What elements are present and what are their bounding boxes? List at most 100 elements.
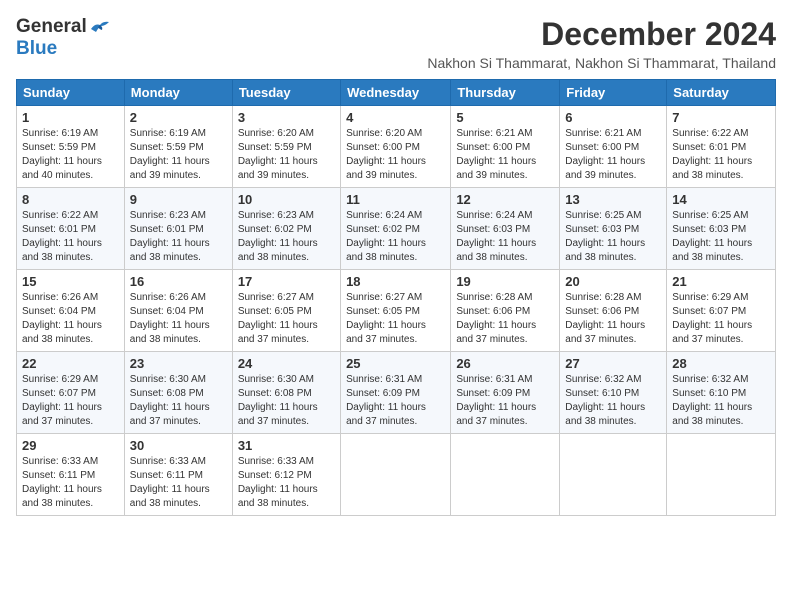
bird-icon	[89, 19, 111, 35]
logo-blue: Blue	[16, 38, 57, 60]
day-info: Sunrise: 6:20 AM Sunset: 6:00 PM Dayligh…	[346, 127, 445, 183]
calendar-cell: 10 Sunrise: 6:23 AM Sunset: 6:02 PM Dayl…	[232, 188, 340, 270]
daylight-label: Daylight: 11 hours and 38 minutes.	[22, 320, 102, 345]
day-info: Sunrise: 6:25 AM Sunset: 6:03 PM Dayligh…	[565, 209, 661, 265]
calendar-week-row: 8 Sunrise: 6:22 AM Sunset: 6:01 PM Dayli…	[17, 188, 776, 270]
daylight-label: Daylight: 11 hours and 37 minutes.	[346, 402, 426, 427]
daylight-label: Daylight: 11 hours and 38 minutes.	[130, 320, 210, 345]
daylight-label: Daylight: 11 hours and 38 minutes.	[22, 238, 102, 263]
calendar-cell	[451, 434, 560, 516]
calendar-cell	[560, 434, 667, 516]
calendar-cell: 19 Sunrise: 6:28 AM Sunset: 6:06 PM Dayl…	[451, 270, 560, 352]
calendar-cell: 12 Sunrise: 6:24 AM Sunset: 6:03 PM Dayl…	[451, 188, 560, 270]
day-info: Sunrise: 6:22 AM Sunset: 6:01 PM Dayligh…	[22, 209, 119, 265]
day-number: 13	[565, 192, 661, 207]
day-number: 26	[456, 356, 554, 371]
calendar-cell: 30 Sunrise: 6:33 AM Sunset: 6:11 PM Dayl…	[124, 434, 232, 516]
day-number: 17	[238, 274, 335, 289]
daylight-label: Daylight: 11 hours and 37 minutes.	[456, 320, 536, 345]
day-info: Sunrise: 6:25 AM Sunset: 6:03 PM Dayligh…	[672, 209, 770, 265]
sunset-label: Sunset: 6:03 PM	[565, 224, 639, 235]
sunrise-label: Sunrise: 6:27 AM	[346, 292, 422, 303]
daylight-label: Daylight: 11 hours and 37 minutes.	[672, 320, 752, 345]
sunset-label: Sunset: 6:07 PM	[672, 306, 746, 317]
sunrise-label: Sunrise: 6:20 AM	[238, 128, 314, 139]
day-info: Sunrise: 6:21 AM Sunset: 6:00 PM Dayligh…	[456, 127, 554, 183]
daylight-label: Daylight: 11 hours and 38 minutes.	[456, 238, 536, 263]
day-info: Sunrise: 6:28 AM Sunset: 6:06 PM Dayligh…	[565, 291, 661, 347]
day-number: 14	[672, 192, 770, 207]
calendar-cell: 18 Sunrise: 6:27 AM Sunset: 6:05 PM Dayl…	[341, 270, 451, 352]
day-number: 3	[238, 110, 335, 125]
calendar-cell: 4 Sunrise: 6:20 AM Sunset: 6:00 PM Dayli…	[341, 106, 451, 188]
sunrise-label: Sunrise: 6:26 AM	[130, 292, 206, 303]
calendar-header-thursday: Thursday	[451, 80, 560, 106]
day-number: 5	[456, 110, 554, 125]
calendar-cell: 25 Sunrise: 6:31 AM Sunset: 6:09 PM Dayl…	[341, 352, 451, 434]
logo-general: General	[16, 16, 87, 38]
sunset-label: Sunset: 5:59 PM	[22, 142, 96, 153]
sunset-label: Sunset: 6:07 PM	[22, 388, 96, 399]
day-info: Sunrise: 6:31 AM Sunset: 6:09 PM Dayligh…	[456, 373, 554, 429]
sunrise-label: Sunrise: 6:33 AM	[238, 456, 314, 467]
daylight-label: Daylight: 11 hours and 38 minutes.	[130, 238, 210, 263]
calendar-header-row: SundayMondayTuesdayWednesdayThursdayFrid…	[17, 80, 776, 106]
sunrise-label: Sunrise: 6:27 AM	[238, 292, 314, 303]
daylight-label: Daylight: 11 hours and 38 minutes.	[672, 156, 752, 181]
day-info: Sunrise: 6:30 AM Sunset: 6:08 PM Dayligh…	[130, 373, 227, 429]
daylight-label: Daylight: 11 hours and 37 minutes.	[238, 320, 318, 345]
day-number: 25	[346, 356, 445, 371]
daylight-label: Daylight: 11 hours and 37 minutes.	[565, 320, 645, 345]
title-block: December 2024 Nakhon Si Thammarat, Nakho…	[427, 16, 776, 71]
calendar-cell: 5 Sunrise: 6:21 AM Sunset: 6:00 PM Dayli…	[451, 106, 560, 188]
sunrise-label: Sunrise: 6:32 AM	[565, 374, 641, 385]
sunset-label: Sunset: 6:09 PM	[346, 388, 420, 399]
sunset-label: Sunset: 6:10 PM	[565, 388, 639, 399]
calendar-cell: 1 Sunrise: 6:19 AM Sunset: 5:59 PM Dayli…	[17, 106, 125, 188]
day-number: 4	[346, 110, 445, 125]
sunset-label: Sunset: 6:06 PM	[456, 306, 530, 317]
sunrise-label: Sunrise: 6:23 AM	[238, 210, 314, 221]
sunset-label: Sunset: 5:59 PM	[130, 142, 204, 153]
day-info: Sunrise: 6:20 AM Sunset: 5:59 PM Dayligh…	[238, 127, 335, 183]
calendar-cell: 31 Sunrise: 6:33 AM Sunset: 6:12 PM Dayl…	[232, 434, 340, 516]
calendar-header-wednesday: Wednesday	[341, 80, 451, 106]
sunrise-label: Sunrise: 6:19 AM	[130, 128, 206, 139]
sunrise-label: Sunrise: 6:30 AM	[130, 374, 206, 385]
calendar-cell: 11 Sunrise: 6:24 AM Sunset: 6:02 PM Dayl…	[341, 188, 451, 270]
calendar-week-row: 22 Sunrise: 6:29 AM Sunset: 6:07 PM Dayl…	[17, 352, 776, 434]
calendar-cell: 16 Sunrise: 6:26 AM Sunset: 6:04 PM Dayl…	[124, 270, 232, 352]
day-number: 30	[130, 438, 227, 453]
sunrise-label: Sunrise: 6:21 AM	[456, 128, 532, 139]
daylight-label: Daylight: 11 hours and 37 minutes.	[130, 402, 210, 427]
day-number: 20	[565, 274, 661, 289]
sunrise-label: Sunrise: 6:28 AM	[456, 292, 532, 303]
day-number: 23	[130, 356, 227, 371]
sunset-label: Sunset: 6:02 PM	[346, 224, 420, 235]
day-info: Sunrise: 6:23 AM Sunset: 6:01 PM Dayligh…	[130, 209, 227, 265]
day-number: 2	[130, 110, 227, 125]
calendar-cell: 15 Sunrise: 6:26 AM Sunset: 6:04 PM Dayl…	[17, 270, 125, 352]
day-info: Sunrise: 6:33 AM Sunset: 6:11 PM Dayligh…	[130, 455, 227, 511]
sunset-label: Sunset: 6:09 PM	[456, 388, 530, 399]
calendar-cell: 7 Sunrise: 6:22 AM Sunset: 6:01 PM Dayli…	[667, 106, 776, 188]
day-number: 21	[672, 274, 770, 289]
calendar-cell: 24 Sunrise: 6:30 AM Sunset: 6:08 PM Dayl…	[232, 352, 340, 434]
daylight-label: Daylight: 11 hours and 37 minutes.	[238, 402, 318, 427]
day-info: Sunrise: 6:27 AM Sunset: 6:05 PM Dayligh…	[346, 291, 445, 347]
daylight-label: Daylight: 11 hours and 38 minutes.	[565, 402, 645, 427]
day-number: 18	[346, 274, 445, 289]
sunset-label: Sunset: 6:05 PM	[238, 306, 312, 317]
sunrise-label: Sunrise: 6:31 AM	[456, 374, 532, 385]
day-number: 22	[22, 356, 119, 371]
calendar-cell: 22 Sunrise: 6:29 AM Sunset: 6:07 PM Dayl…	[17, 352, 125, 434]
day-info: Sunrise: 6:26 AM Sunset: 6:04 PM Dayligh…	[130, 291, 227, 347]
day-info: Sunrise: 6:32 AM Sunset: 6:10 PM Dayligh…	[565, 373, 661, 429]
sunset-label: Sunset: 6:06 PM	[565, 306, 639, 317]
sunrise-label: Sunrise: 6:33 AM	[22, 456, 98, 467]
sunrise-label: Sunrise: 6:31 AM	[346, 374, 422, 385]
daylight-label: Daylight: 11 hours and 38 minutes.	[130, 484, 210, 509]
day-info: Sunrise: 6:21 AM Sunset: 6:00 PM Dayligh…	[565, 127, 661, 183]
sunrise-label: Sunrise: 6:23 AM	[130, 210, 206, 221]
calendar-header-saturday: Saturday	[667, 80, 776, 106]
